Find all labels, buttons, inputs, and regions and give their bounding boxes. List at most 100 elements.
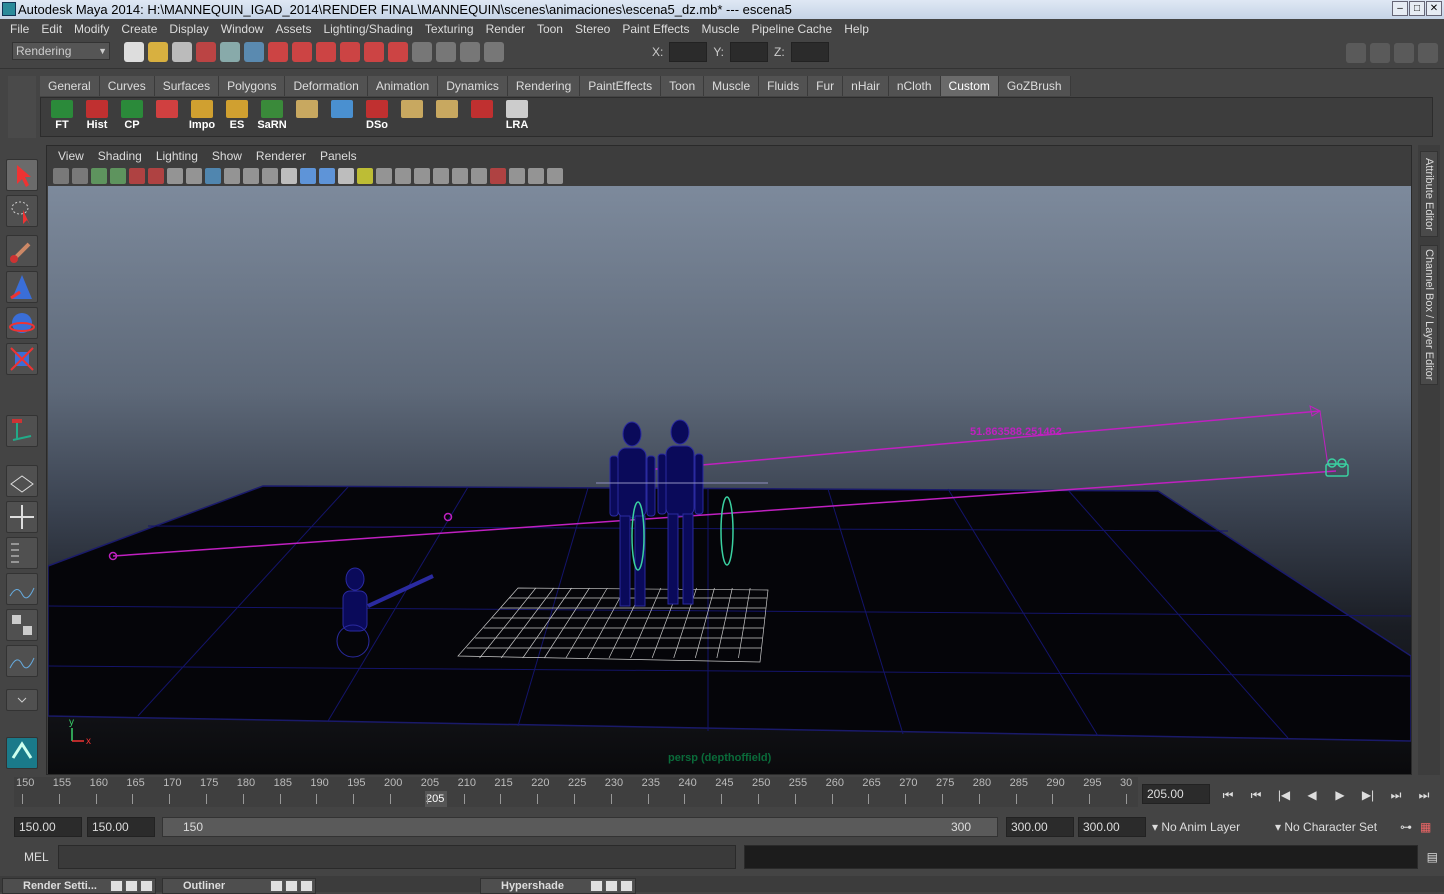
menu-toon[interactable]: Toon xyxy=(531,22,569,36)
viewport-tool-icon[interactable] xyxy=(53,168,69,184)
lasso-tool-icon[interactable] xyxy=(6,195,38,227)
attribute-editor-icon[interactable] xyxy=(1370,43,1390,63)
menu-muscle[interactable]: Muscle xyxy=(696,22,746,36)
snap-curve-icon[interactable] xyxy=(292,42,312,62)
menu-file[interactable]: File xyxy=(4,22,35,36)
close-button[interactable]: ✕ xyxy=(1426,1,1442,16)
rotate-tool-icon[interactable] xyxy=(6,307,38,339)
tab-fluids[interactable]: Fluids xyxy=(759,76,809,96)
playback-button[interactable]: ◀ xyxy=(1302,786,1322,804)
menu-set-dropdown[interactable]: Rendering ▼ xyxy=(12,42,110,60)
tab-animation[interactable]: Animation xyxy=(367,76,439,96)
anim-layer-dropdown[interactable]: ▾ No Anim Layer xyxy=(1152,817,1278,837)
playback-start-field[interactable]: 150.00 xyxy=(87,817,155,837)
snap-grid-icon[interactable] xyxy=(268,42,288,62)
tab-channel-box[interactable]: Channel Box / Layer Editor xyxy=(1420,245,1438,385)
shelf-button[interactable] xyxy=(397,100,427,134)
viewport-tool-icon[interactable] xyxy=(433,168,449,184)
shelf-menu-grip[interactable] xyxy=(8,76,36,138)
maximize-icon[interactable] xyxy=(605,880,618,892)
playback-button[interactable]: ⏮ xyxy=(1218,786,1238,804)
viewport-tool-icon[interactable] xyxy=(186,168,202,184)
channel-box-icon[interactable] xyxy=(1418,43,1438,63)
shelf-button[interactable] xyxy=(152,100,182,134)
tab-polygons[interactable]: Polygons xyxy=(219,76,286,96)
scale-tool-icon[interactable] xyxy=(6,343,38,375)
viewport-tool-icon[interactable] xyxy=(547,168,563,184)
viewport-tool-icon[interactable] xyxy=(110,168,126,184)
viewport-tool-icon[interactable] xyxy=(528,168,544,184)
shelf-button[interactable]: LRA xyxy=(502,100,532,134)
menu-help[interactable]: Help xyxy=(838,22,875,36)
snap-surface-icon[interactable] xyxy=(364,42,384,62)
viewport-tool-icon[interactable] xyxy=(395,168,411,184)
persp-graph-layout-icon[interactable] xyxy=(6,573,38,605)
viewport-tool-icon[interactable] xyxy=(129,168,145,184)
menu-texturing[interactable]: Texturing xyxy=(419,22,480,36)
maximize-icon[interactable] xyxy=(285,880,298,892)
character-set-dropdown[interactable]: ▾ No Character Set xyxy=(1275,817,1397,837)
viewport-tool-icon[interactable] xyxy=(319,168,335,184)
render-settings-icon[interactable] xyxy=(484,42,504,62)
viewport-tool-icon[interactable] xyxy=(91,168,107,184)
snap-view-icon[interactable] xyxy=(340,42,360,62)
playback-end-field[interactable]: 300.00 xyxy=(1006,817,1074,837)
close-icon[interactable] xyxy=(620,880,633,892)
open-scene-icon[interactable] xyxy=(148,42,168,62)
menu-assets[interactable]: Assets xyxy=(269,22,317,36)
tab-ncloth[interactable]: nCloth xyxy=(888,76,941,96)
shelf-button[interactable] xyxy=(467,100,497,134)
minimize-icon[interactable] xyxy=(110,880,123,892)
save-scene-icon[interactable] xyxy=(172,42,192,62)
playback-button[interactable]: ▶| xyxy=(1358,786,1378,804)
viewport-tool-icon[interactable] xyxy=(357,168,373,184)
anim-end-field[interactable]: 300.00 xyxy=(1078,817,1146,837)
menu-pipeline-cache[interactable]: Pipeline Cache xyxy=(746,22,839,36)
minimize-icon[interactable] xyxy=(270,880,283,892)
script-language-label[interactable]: MEL xyxy=(24,850,49,864)
viewport-tool-icon[interactable] xyxy=(148,168,164,184)
tab-muscle[interactable]: Muscle xyxy=(704,76,760,96)
playback-button[interactable]: ⏭ xyxy=(1414,786,1434,804)
tab-gozbrush[interactable]: GoZBrush xyxy=(998,76,1071,96)
tab-dynamics[interactable]: Dynamics xyxy=(438,76,508,96)
playback-button[interactable]: |◀ xyxy=(1274,786,1294,804)
viewport-tool-icon[interactable] xyxy=(471,168,487,184)
menu-lighting-shading[interactable]: Lighting/Shading xyxy=(317,22,418,36)
ipr-render-icon[interactable] xyxy=(460,42,480,62)
shelf-button[interactable]: DSo xyxy=(362,100,392,134)
x-field[interactable] xyxy=(669,42,708,62)
persp-outliner-layout-icon[interactable] xyxy=(6,537,38,569)
panel-menu-renderer[interactable]: Renderer xyxy=(249,149,313,163)
panel-menu-panels[interactable]: Panels xyxy=(313,149,364,163)
anim-start-field[interactable]: 150.00 xyxy=(14,817,82,837)
viewport-tool-icon[interactable] xyxy=(224,168,240,184)
tab-rendering[interactable]: Rendering xyxy=(507,76,581,96)
tab-curves[interactable]: Curves xyxy=(99,76,155,96)
tab-fur[interactable]: Fur xyxy=(808,76,844,96)
viewport-tool-icon[interactable] xyxy=(490,168,506,184)
playback-button[interactable]: ▶ xyxy=(1330,786,1350,804)
playback-button[interactable]: ⏭ xyxy=(1386,786,1406,804)
viewport-tool-icon[interactable] xyxy=(300,168,316,184)
shelf-button[interactable]: SaRN xyxy=(257,100,287,134)
viewport-tool-icon[interactable] xyxy=(205,168,221,184)
tab-surfaces[interactable]: Surfaces xyxy=(154,76,220,96)
modeling-toolkit-icon[interactable] xyxy=(1346,43,1366,63)
layout-expand-icon[interactable] xyxy=(6,689,38,711)
viewport-tool-icon[interactable] xyxy=(262,168,278,184)
close-icon[interactable] xyxy=(140,880,153,892)
new-scene-icon[interactable] xyxy=(124,42,144,62)
select-component-icon[interactable] xyxy=(244,42,264,62)
maximize-button[interactable]: □ xyxy=(1409,1,1425,16)
minimize-icon[interactable] xyxy=(590,880,603,892)
panel-menu-show[interactable]: Show xyxy=(205,149,249,163)
tab-nhair[interactable]: nHair xyxy=(843,76,889,96)
paint-select-icon[interactable] xyxy=(6,235,38,267)
graph-layout-icon[interactable] xyxy=(6,645,38,677)
tab-painteffects[interactable]: PaintEffects xyxy=(580,76,662,96)
key-icon[interactable]: ⊶ xyxy=(1400,817,1416,837)
panel-menu-shading[interactable]: Shading xyxy=(91,149,149,163)
viewport-tool-icon[interactable] xyxy=(414,168,430,184)
menu-paint-effects[interactable]: Paint Effects xyxy=(616,22,695,36)
